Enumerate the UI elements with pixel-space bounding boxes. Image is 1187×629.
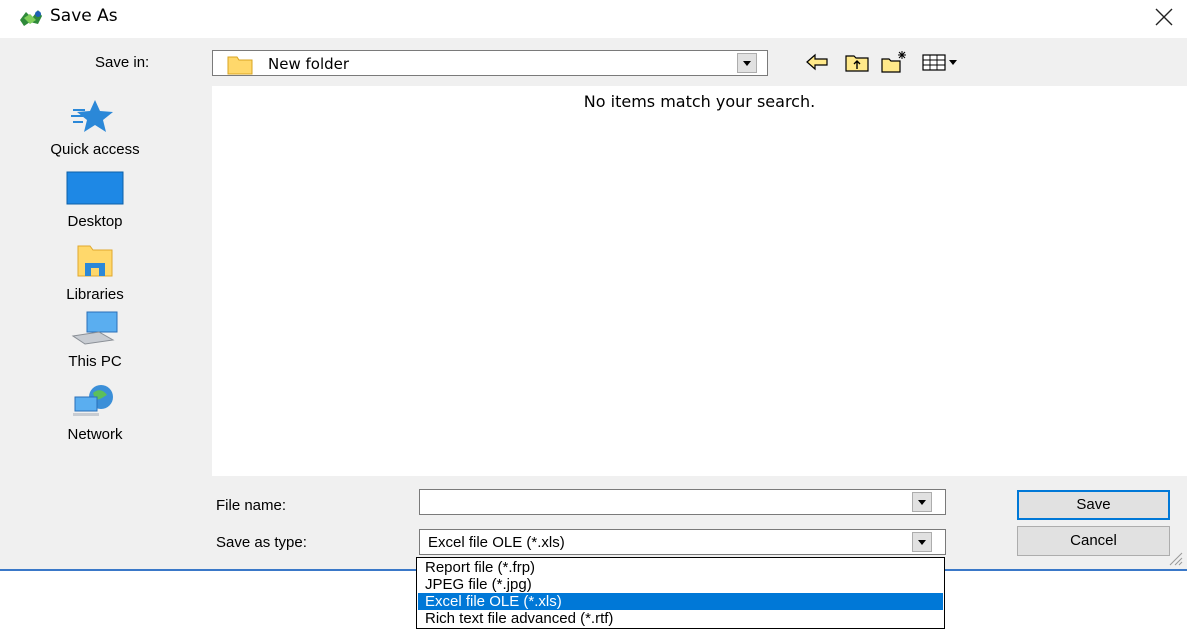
dropdown-option-rtf[interactable]: Rich text file advanced (*.rtf) bbox=[418, 610, 943, 627]
place-label: Desktop bbox=[67, 213, 123, 230]
back-arrow-icon[interactable] bbox=[803, 49, 831, 75]
place-label: Quick access bbox=[50, 141, 140, 158]
place-this-pc[interactable]: This PC bbox=[20, 310, 170, 370]
network-icon bbox=[73, 385, 113, 416]
place-label: Network bbox=[67, 426, 123, 443]
up-folder-icon[interactable] bbox=[843, 49, 871, 75]
view-menu-icon[interactable] bbox=[920, 49, 964, 75]
save-as-type-label: Save as type: bbox=[216, 534, 307, 551]
place-network[interactable]: Network bbox=[20, 383, 170, 443]
empty-message: No items match your search. bbox=[583, 92, 816, 111]
window-title: Save As bbox=[50, 6, 118, 26]
chevron-down-icon bbox=[918, 500, 926, 505]
folder-icon bbox=[227, 56, 253, 75]
title-bar bbox=[0, 0, 1187, 38]
save-in-value: New folder bbox=[268, 55, 350, 73]
save-in-dropdown-button[interactable] bbox=[737, 53, 757, 73]
save-in-label: Save in: bbox=[95, 54, 150, 71]
file-name-label: File name: bbox=[216, 497, 287, 514]
close-icon[interactable] bbox=[1151, 4, 1177, 30]
dropdown-option-report[interactable]: Report file (*.frp) bbox=[418, 559, 943, 576]
place-label: Libraries bbox=[66, 286, 124, 303]
chevron-down-icon bbox=[918, 540, 926, 545]
file-list[interactable] bbox=[212, 86, 1187, 476]
dropdown-option-excel[interactable]: Excel file OLE (*.xls) bbox=[418, 593, 943, 610]
chevron-down-icon bbox=[743, 61, 751, 66]
new-folder-icon[interactable] bbox=[880, 49, 908, 75]
place-quick-access[interactable]: Quick access bbox=[20, 98, 170, 158]
cancel-button[interactable]: Cancel bbox=[1017, 526, 1170, 556]
save-as-type-dropdown-list: Report file (*.frp) JPEG file (*.jpg) Ex… bbox=[416, 557, 945, 629]
desktop-icon bbox=[66, 171, 124, 205]
place-desktop[interactable]: Desktop bbox=[20, 170, 170, 230]
file-name-input[interactable] bbox=[419, 489, 946, 515]
place-libraries[interactable]: Libraries bbox=[20, 243, 170, 303]
place-label: This PC bbox=[68, 353, 122, 370]
computer-icon bbox=[71, 311, 118, 345]
dropdown-option-jpeg[interactable]: JPEG file (*.jpg) bbox=[418, 576, 943, 593]
app-icon bbox=[20, 10, 42, 26]
libraries-icon bbox=[77, 245, 113, 277]
save-as-type-value: Excel file OLE (*.xls) bbox=[428, 534, 565, 551]
star-icon bbox=[71, 100, 113, 132]
file-name-dropdown-button[interactable] bbox=[912, 492, 932, 512]
save-button[interactable]: Save bbox=[1017, 490, 1170, 520]
save-as-type-dropdown-button[interactable] bbox=[912, 532, 932, 552]
